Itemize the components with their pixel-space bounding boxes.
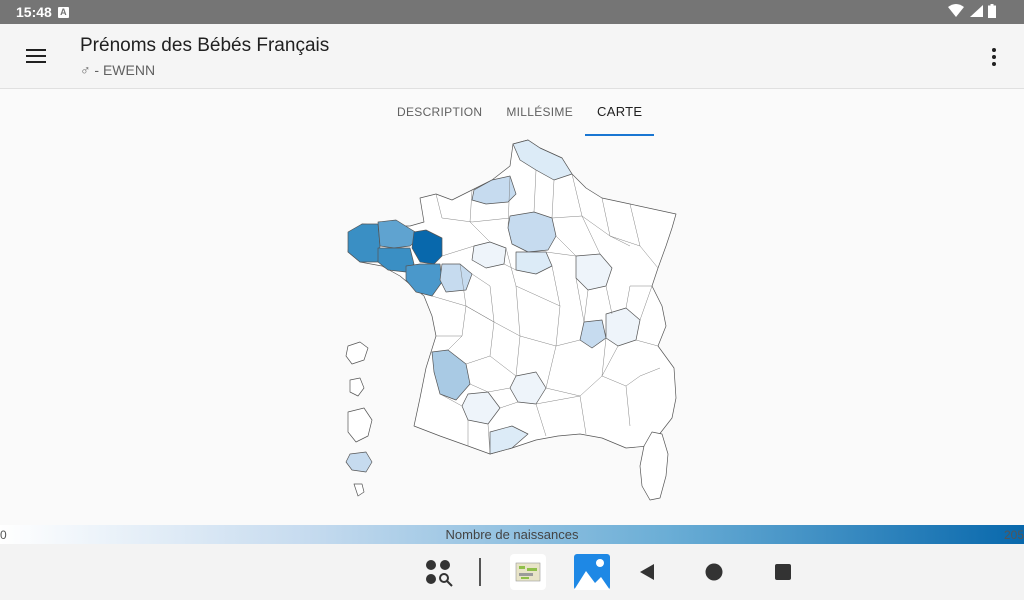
- france-map: [345, 139, 677, 501]
- tab-millesime[interactable]: MILLÉSIME: [494, 92, 585, 136]
- island: [349, 377, 365, 397]
- app-icon-chart[interactable]: [510, 554, 546, 590]
- notification-icon: A: [57, 6, 69, 18]
- more-options-icon[interactable]: [984, 44, 1004, 70]
- tab-bar: DESCRIPTION MILLÉSIME CARTE: [385, 92, 655, 136]
- nav-divider: [479, 558, 481, 586]
- legend-bar: 0 Nombre de naissances 205: [0, 525, 1024, 544]
- legend-max: 205: [1003, 528, 1024, 542]
- tab-description[interactable]: DESCRIPTION: [385, 92, 494, 136]
- tab-carte[interactable]: CARTE: [585, 92, 655, 136]
- wifi-icon: [948, 4, 964, 17]
- island: [353, 483, 365, 497]
- app-bar: Prénoms des Bébés Français ♂ - EWENN: [0, 24, 1024, 89]
- island: [345, 341, 369, 365]
- recents-icon[interactable]: [775, 564, 791, 580]
- status-bar: 15:48 A: [0, 0, 1024, 24]
- page-title: Prénoms des Bébés Français: [80, 35, 330, 56]
- signal-icon: [970, 5, 983, 17]
- app-drawer-icon[interactable]: [424, 558, 454, 588]
- home-icon[interactable]: [705, 563, 723, 581]
- island: [347, 407, 373, 443]
- menu-icon[interactable]: [20, 42, 52, 70]
- legend-label: Nombre de naissances: [445, 527, 579, 542]
- status-time: 15:48: [16, 4, 52, 20]
- page-subtitle: ♂ - EWENN: [80, 62, 156, 78]
- navigation-bar: [0, 544, 1024, 600]
- gallery-icon[interactable]: [573, 553, 611, 591]
- region-finistere: [347, 223, 381, 263]
- island: [345, 451, 373, 473]
- battery-icon: [988, 4, 996, 18]
- back-icon[interactable]: [638, 563, 656, 581]
